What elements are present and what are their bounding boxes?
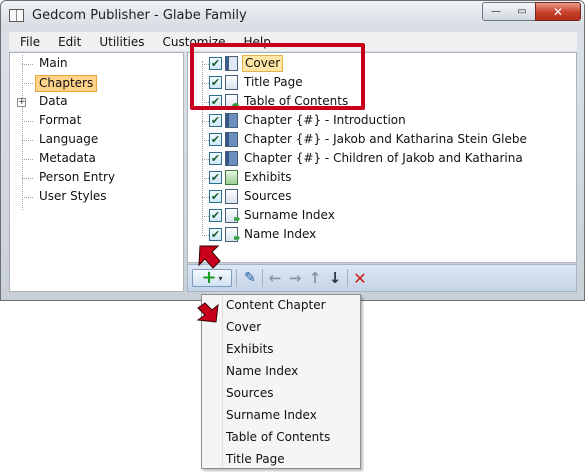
chapter-row-jakob-katharina[interactable]: ✔ Chapter {#} - Jakob and Katharina Stei… xyxy=(209,131,529,148)
nav-item-metadata[interactable]: Metadata xyxy=(36,150,99,167)
checkbox[interactable]: ✔ xyxy=(209,209,222,222)
checkbox[interactable]: ✔ xyxy=(209,152,222,165)
pointer-arrow-icon xyxy=(198,245,221,269)
tree-branch xyxy=(202,140,209,141)
menu-item-title-page[interactable]: Title Page xyxy=(226,449,285,469)
move-right-button[interactable]: → xyxy=(286,269,304,287)
nav-branch xyxy=(22,140,33,141)
index-icon xyxy=(225,227,238,242)
tree-branch xyxy=(202,178,209,179)
chapter-row-introduction[interactable]: ✔ Chapter {#} - Introduction xyxy=(209,112,408,129)
nav-branch xyxy=(22,159,33,160)
tree-branch xyxy=(202,159,209,160)
checkbox[interactable]: ✔ xyxy=(209,171,222,184)
menu-item-exhibits[interactable]: Exhibits xyxy=(226,339,274,359)
menu-item-cover[interactable]: Cover xyxy=(226,317,261,337)
nav-item-person-entry[interactable]: Person Entry xyxy=(36,169,118,186)
nav-item-main[interactable]: Main xyxy=(36,55,71,72)
chapter-icon xyxy=(225,151,238,166)
tree-branch xyxy=(202,235,209,236)
checkbox[interactable]: ✔ xyxy=(209,190,222,203)
checkbox[interactable]: ✔ xyxy=(209,114,222,127)
tree-branch xyxy=(202,121,209,122)
nav-item-format[interactable]: Format xyxy=(36,112,84,129)
nav-tree-line xyxy=(22,55,24,210)
maximize-button[interactable]: ▭ xyxy=(509,2,536,21)
index-icon xyxy=(225,208,238,223)
tree-branch xyxy=(202,216,209,217)
chapter-label: Exhibits xyxy=(244,170,292,184)
window-title: Gedcom Publisher - Glabe Family xyxy=(32,8,247,23)
nav-branch xyxy=(22,121,33,122)
move-down-button[interactable]: ↓ xyxy=(326,269,344,287)
chapter-row-surname-index[interactable]: ✔ Surname Index xyxy=(209,207,337,224)
plus-icon: + xyxy=(201,267,217,288)
chapter-label: Chapter {#} - Jakob and Katharina Stein … xyxy=(244,132,527,146)
book-icon xyxy=(9,9,24,22)
checkbox[interactable]: ✔ xyxy=(209,228,222,241)
title-bar[interactable]: Gedcom Publisher - Glabe Family — ▭ ✕ xyxy=(1,1,584,31)
move-left-button[interactable]: ← xyxy=(266,269,284,287)
delete-button[interactable]: ✕ xyxy=(351,269,369,288)
menu-edit[interactable]: Edit xyxy=(49,35,90,49)
nav-branch xyxy=(22,197,33,198)
chapter-label: Chapter {#} - Introduction xyxy=(244,113,406,127)
menu-item-sources[interactable]: Sources xyxy=(226,383,273,403)
tree-branch xyxy=(202,197,209,198)
chapter-row-name-index[interactable]: ✔ Name Index xyxy=(209,226,318,243)
minimize-button[interactable]: — xyxy=(482,2,510,21)
chapter-label: Chapter {#} - Children of Jakob and Kath… xyxy=(244,151,523,165)
nav-branch xyxy=(22,64,33,65)
chapter-icon xyxy=(225,113,238,128)
chapter-label: Surname Index xyxy=(244,208,335,222)
move-up-button[interactable]: ↑ xyxy=(306,269,324,287)
highlight-callout xyxy=(190,43,365,110)
toolbar-separator xyxy=(236,269,237,287)
pointer-arrow-icon xyxy=(196,302,219,323)
menu-item-name-index[interactable]: Name Index xyxy=(226,361,298,381)
toolbar-separator xyxy=(262,269,263,287)
add-chapter-button[interactable]: + ▾ xyxy=(192,269,232,287)
settings-nav-tree: Main Chapters + Data Format Language Met… xyxy=(9,52,184,292)
exhibits-icon xyxy=(225,170,238,185)
chapter-row-exhibits[interactable]: ✔ Exhibits xyxy=(209,169,294,186)
chevron-down-icon: ▾ xyxy=(218,273,223,283)
sources-icon xyxy=(225,189,238,204)
nav-item-chapters[interactable]: Chapters xyxy=(35,75,98,92)
checkbox[interactable]: ✔ xyxy=(209,133,222,146)
chapter-row-children[interactable]: ✔ Chapter {#} - Children of Jakob and Ka… xyxy=(209,150,525,167)
nav-item-language[interactable]: Language xyxy=(36,131,101,148)
chapter-label: Name Index xyxy=(244,227,317,241)
close-button[interactable]: ✕ xyxy=(535,2,581,21)
add-chapter-menu: Content Chapter Cover Exhibits Name Inde… xyxy=(201,294,361,469)
menu-item-table-of-contents[interactable]: Table of Contents xyxy=(226,427,330,447)
nav-item-data[interactable]: Data xyxy=(36,93,71,110)
menu-item-surname-index[interactable]: Surname Index xyxy=(226,405,317,425)
expand-data-icon[interactable]: + xyxy=(17,98,26,107)
toolbar-separator xyxy=(347,269,348,287)
menu-file[interactable]: File xyxy=(9,35,49,49)
chapter-label: Sources xyxy=(244,189,292,203)
edit-button[interactable]: ✎ xyxy=(241,269,259,287)
nav-branch xyxy=(22,178,33,179)
chapter-icon xyxy=(225,132,238,147)
nav-branch xyxy=(22,83,33,84)
nav-item-user-styles[interactable]: User Styles xyxy=(36,188,110,205)
menu-utilities[interactable]: Utilities xyxy=(90,35,153,49)
chapter-toolbar: + ▾ ✎ ← → ↑ ↓ ✕ xyxy=(187,264,577,292)
chapter-row-sources[interactable]: ✔ Sources xyxy=(209,188,293,205)
menu-item-content-chapter[interactable]: Content Chapter xyxy=(226,295,326,315)
